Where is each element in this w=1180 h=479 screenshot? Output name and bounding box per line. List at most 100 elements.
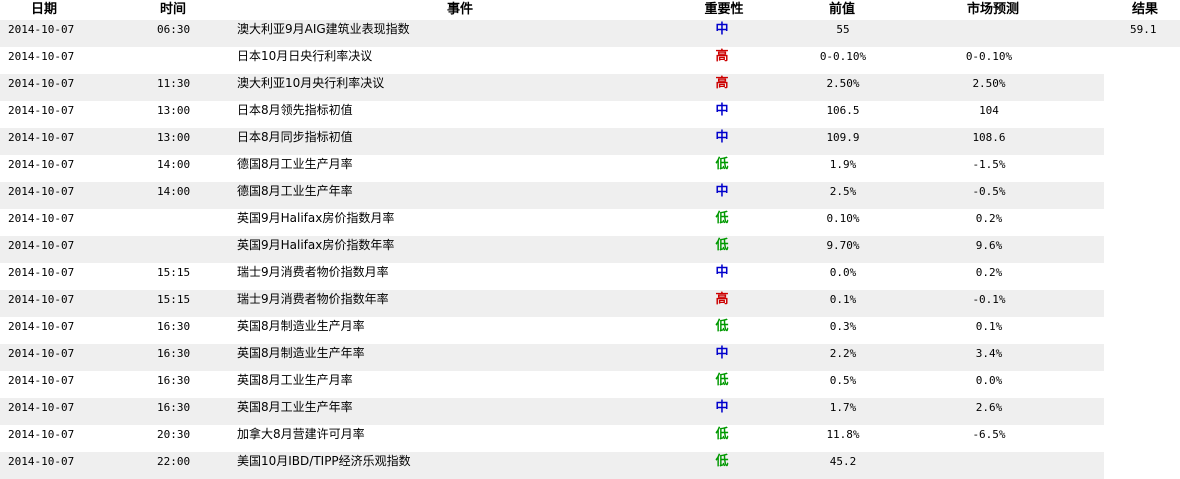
header-event: 事件: [446, 2, 473, 17]
row-date: 2014-10-07: [8, 428, 75, 441]
row-date: 2014-10-07: [8, 104, 75, 117]
row-forecast: 0.2%: [975, 266, 1003, 279]
row-time: 16:30: [157, 347, 191, 360]
row-previous: 0-0.10%: [819, 50, 867, 63]
row-previous: 0.3%: [829, 320, 857, 333]
row-previous: 106.5: [826, 104, 860, 117]
row-previous: 2.50%: [826, 77, 860, 90]
row-event: 日本8月领先指标初值: [237, 103, 353, 117]
row-time: 13:00: [157, 131, 191, 144]
row-time: 13:00: [157, 104, 191, 117]
row-time: 15:15: [157, 266, 191, 279]
row-event: 英国8月工业生产月率: [237, 373, 353, 387]
row-time: 06:30: [157, 23, 191, 36]
row-importance: 中: [715, 400, 729, 415]
table-row: 2014-10-07 13:00 日本8月同步指标初值 中 109.9 108.6: [0, 128, 1104, 155]
table-row: 2014-10-07 13:00 日本8月领先指标初值 中 106.5 104: [0, 101, 1104, 128]
row-event: 瑞士9月消费者物价指数年率: [237, 292, 389, 306]
row-event: 英国9月Halifax房价指数年率: [237, 238, 395, 252]
row-importance: 中: [715, 346, 729, 361]
table-row: 2014-10-07 20:30 加拿大8月营建许可月率 低 11.8% -6.5%: [0, 425, 1104, 452]
row-importance: 低: [715, 319, 729, 334]
row-previous: 1.7%: [829, 401, 857, 414]
row-importance: 低: [715, 211, 729, 226]
header-result: 结果: [1131, 2, 1158, 17]
row-event: 日本8月同步指标初值: [237, 130, 353, 144]
row-date: 2014-10-07: [8, 131, 75, 144]
row-event: 澳大利亚9月AIG建筑业表现指数: [237, 22, 410, 36]
table-row: 2014-10-07 15:15 瑞士9月消费者物价指数年率 高 0.1% -0.1%: [0, 290, 1104, 317]
row-forecast: 0.2%: [975, 212, 1003, 225]
row-event: 德国8月工业生产月率: [237, 157, 353, 171]
table-row: 2014-10-07 16:30 英国8月工业生产年率 中 1.7% 2.6%: [0, 398, 1104, 425]
row-event: 英国8月工业生产年率: [237, 400, 353, 414]
table-row: 2014-10-07 15:15 瑞士9月消费者物价指数月率 中 0.0% 0.2%: [0, 263, 1104, 290]
row-importance: 低: [715, 238, 729, 253]
row-previous: 55: [836, 23, 850, 36]
row-previous: 0.0%: [829, 266, 857, 279]
row-event: 德国8月工业生产年率: [237, 184, 353, 198]
table-row: 2014-10-07 英国9月Halifax房价指数年率 低 9.70% 9.6%: [0, 236, 1104, 263]
row-previous: 45.2: [829, 455, 857, 468]
row-importance: 高: [715, 49, 729, 64]
row-event: 英国8月制造业生产月率: [237, 319, 365, 333]
row-forecast: -1.5%: [972, 158, 1006, 171]
table-header: 日期 时间 事件 重要性 前值 市场预测 结果: [0, 0, 1180, 20]
row-importance: 中: [715, 22, 729, 37]
row-importance: 中: [715, 130, 729, 145]
header-forecast: 市场预测: [966, 2, 1019, 17]
row-forecast: 2.6%: [975, 401, 1003, 414]
row-time: 16:30: [157, 320, 191, 333]
row-forecast: [936, 452, 1042, 471]
header-time: 时间: [159, 2, 186, 17]
row-date: 2014-10-07: [8, 23, 75, 36]
row-date: 2014-10-07: [8, 185, 75, 198]
row-time: 22:00: [157, 455, 191, 468]
header-previous: 前值: [828, 2, 855, 17]
row-date: 2014-10-07: [8, 158, 75, 171]
row-event: 瑞士9月消费者物价指数月率: [237, 265, 389, 279]
row-date: 2014-10-07: [8, 374, 75, 387]
row-previous: 11.8%: [826, 428, 860, 441]
row-forecast: -0.5%: [972, 185, 1006, 198]
row-date: 2014-10-07: [8, 401, 75, 414]
row-date: 2014-10-07: [8, 320, 75, 333]
row-previous: 9.70%: [826, 239, 860, 252]
row-event: 澳大利亚10月央行利率决议: [237, 76, 385, 90]
row-date: 2014-10-07: [8, 266, 75, 279]
row-previous: 2.5%: [829, 185, 857, 198]
row-previous: 0.5%: [829, 374, 857, 387]
row-date: 2014-10-07: [8, 77, 75, 90]
row-time: 16:30: [157, 401, 191, 414]
row-forecast: 3.4%: [975, 347, 1003, 360]
row-importance: 低: [715, 373, 729, 388]
row-time: 14:00: [157, 158, 191, 171]
table-row: 2014-10-07 14:00 德国8月工业生产月率 低 1.9% -1.5%: [0, 155, 1104, 182]
row-importance: 高: [715, 292, 729, 307]
table-row: 2014-10-07 16:30 英国8月制造业生产月率 低 0.3% 0.1%: [0, 317, 1104, 344]
row-previous: 1.9%: [829, 158, 857, 171]
row-date: 2014-10-07: [8, 455, 75, 468]
table-row: 2014-10-07 英国9月Halifax房价指数月率 低 0.10% 0.2%: [0, 209, 1104, 236]
row-time: 16:30: [157, 374, 191, 387]
header-date: 日期: [30, 2, 57, 17]
row-forecast: 108.6: [972, 131, 1006, 144]
row-importance: 低: [715, 157, 729, 172]
row-event: 英国9月Halifax房价指数月率: [237, 211, 395, 225]
row-event: 日本10月日央行利率决议: [237, 49, 373, 63]
table-row: 2014-10-07 16:30 英国8月工业生产月率 低 0.5% 0.0%: [0, 371, 1104, 398]
table-row: 2014-10-07 日本10月日央行利率决议 高 0-0.10% 0-0.10%: [0, 47, 1104, 74]
table-row: 2014-10-07 16:30 英国8月制造业生产年率 中 2.2% 3.4%: [0, 344, 1104, 371]
row-previous: 0.10%: [826, 212, 860, 225]
row-time: [157, 209, 193, 228]
row-event: 美国10月IBD/TIPP经济乐观指数: [237, 454, 411, 468]
row-time: [157, 47, 193, 66]
table-row: 2014-10-07 11:30 澳大利亚10月央行利率决议 高 2.50% 2.50%: [0, 74, 1104, 101]
row-event: 加拿大8月营建许可月率: [237, 427, 365, 441]
row-time: 14:00: [157, 185, 191, 198]
row-date: 2014-10-07: [8, 50, 75, 63]
table-row: 2014-10-07 14:00 德国8月工业生产年率 中 2.5% -0.5%: [0, 182, 1104, 209]
row-importance: 中: [715, 103, 729, 118]
row-forecast: 104: [979, 104, 999, 117]
row-importance: 中: [715, 265, 729, 280]
